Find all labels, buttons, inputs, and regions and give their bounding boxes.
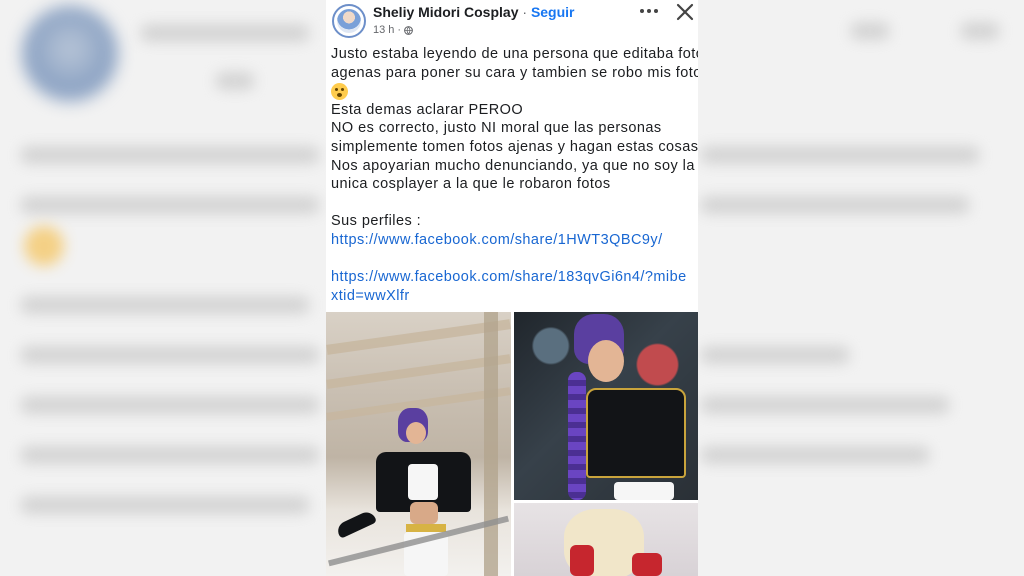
author-line: Sheliy Midori Cosplay · Seguir: [373, 4, 575, 20]
flushed-emoji-icon: [331, 82, 348, 100]
profile-link-2-part1: https://www.facebook.com/share/183qvGi6n…: [331, 269, 687, 286]
text-line: unica cosplayer a la que le robaron foto…: [331, 176, 611, 193]
blurred-line: [700, 396, 950, 414]
text-line: Esta demas aclarar PEROO: [331, 101, 524, 118]
text-line: Sus perfiles :: [331, 213, 422, 230]
figure-face: [406, 422, 426, 444]
profile-link-2[interactable]: https://www.facebook.com/share/183qvGi6n…: [331, 268, 695, 305]
author-avatar[interactable]: [332, 4, 366, 38]
blurred-line: [20, 196, 320, 214]
avatar-image: [337, 9, 361, 33]
blurred-line: [850, 22, 890, 40]
figure-arm: [334, 509, 378, 539]
blurred-line: [20, 346, 320, 364]
blurred-line: [20, 396, 320, 414]
blurred-line: [960, 22, 1000, 40]
post-photo-3[interactable]: [514, 503, 698, 576]
figure-belt: [406, 524, 446, 532]
follow-button[interactable]: Seguir: [531, 4, 575, 20]
figure-outfit: [570, 545, 594, 576]
post-header: Sheliy Midori Cosplay · Seguir 13 h ·: [326, 0, 698, 44]
close-icon[interactable]: [675, 2, 695, 22]
text-line: Nos apoyarian mucho denunciando, ya que …: [331, 157, 695, 174]
facebook-post-card: Sheliy Midori Cosplay · Seguir 13 h · Ju…: [326, 0, 698, 576]
profile-link-2-part2: xtid=wwXlfr: [331, 287, 410, 304]
figure-braid: [568, 372, 586, 500]
figure-jacket: [586, 388, 686, 478]
blurred-line: [700, 146, 980, 164]
blurred-line: [215, 72, 255, 90]
post-text: Justo estaba leyendo de una persona que …: [331, 45, 698, 305]
time-separator: ·: [397, 24, 402, 36]
figure-face: [588, 340, 624, 382]
text-line: simplemente tomen fotos ajenas y hagan e…: [331, 138, 698, 155]
figure-midriff: [410, 502, 438, 524]
blurred-line: [700, 446, 930, 464]
post-photo-2[interactable]: [514, 312, 698, 500]
pergola-column: [484, 312, 498, 576]
blurred-line: [20, 496, 310, 514]
name-separator: ·: [522, 4, 528, 20]
figure-top: [408, 464, 438, 500]
post-meta: 13 h ·: [373, 24, 414, 36]
figure-top: [614, 482, 674, 500]
blurred-emoji: [24, 226, 64, 266]
more-icon[interactable]: [638, 4, 660, 18]
blurred-line: [20, 296, 310, 314]
text-line: Justo estaba leyendo de una persona que …: [331, 46, 698, 62]
blurred-line: [20, 146, 320, 164]
profile-link-1[interactable]: https://www.facebook.com/share/1HWT3QBC9…: [331, 231, 695, 250]
author-name[interactable]: Sheliy Midori Cosplay: [373, 4, 518, 20]
post-photo-1[interactable]: [326, 312, 511, 576]
blurred-line: [700, 196, 970, 214]
figure-outfit: [632, 553, 662, 576]
post-time[interactable]: 13 h: [373, 24, 394, 36]
blurred-line: [140, 24, 310, 42]
blurred-avatar: [22, 6, 118, 102]
blurred-line: [20, 446, 320, 464]
text-line: agenas para poner su cara y tambien se r…: [331, 64, 698, 81]
text-line: NO es correcto, justo NI moral que las p…: [331, 120, 662, 137]
blurred-line: [700, 346, 850, 364]
text-line: [331, 82, 695, 101]
globe-icon: [404, 25, 414, 35]
